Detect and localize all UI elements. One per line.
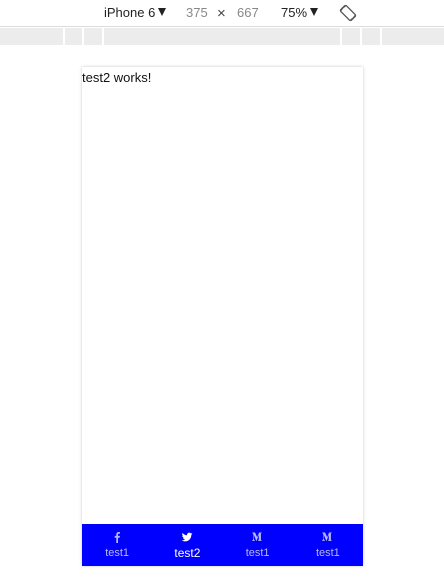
rotate-icon[interactable] (339, 4, 357, 22)
zoom-level: 75% (281, 5, 308, 20)
device-selector[interactable]: iPhone 6 (104, 4, 167, 22)
tab-label: test2 (174, 546, 201, 560)
caret-down-icon (310, 8, 319, 16)
viewport-width-field[interactable]: 375 (186, 4, 208, 22)
dimension-separator: × (217, 5, 226, 22)
media-query-ruler[interactable] (0, 28, 444, 45)
tab-test1-facebook[interactable]: test1 (82, 524, 152, 566)
tab-label: test1 (105, 547, 130, 559)
tab-test2-twitter[interactable]: test2 (152, 524, 222, 566)
tab-test1-medium[interactable]: test1 (223, 524, 293, 566)
ruler-tick (102, 28, 104, 45)
ruler-tick (340, 28, 342, 45)
device-name: iPhone 6 (104, 5, 156, 20)
zoom-selector[interactable]: 75% (281, 4, 319, 22)
medium-icon (251, 531, 264, 543)
tab-label: test1 (315, 547, 340, 559)
ruler-tick (380, 28, 382, 45)
bottom-tab-bar: test1 test2 test1 test1 (82, 524, 363, 566)
tab-test1-medium-2[interactable]: test1 (293, 524, 363, 566)
twitter-icon (181, 531, 193, 543)
ruler-tick (82, 28, 84, 45)
page-content-text: test2 works! (82, 70, 152, 85)
medium-icon (321, 531, 334, 543)
device-toolbar: iPhone 6 375 × 667 75% (0, 0, 444, 27)
tab-label: test1 (245, 547, 270, 559)
facebook-icon (111, 531, 123, 543)
ruler-tick (360, 28, 362, 45)
viewport-height-field[interactable]: 667 (237, 4, 259, 22)
caret-down-icon (158, 8, 167, 16)
device-viewport: test2 works! test1 test2 test1 test1 (82, 67, 363, 566)
ruler-tick (63, 28, 65, 45)
